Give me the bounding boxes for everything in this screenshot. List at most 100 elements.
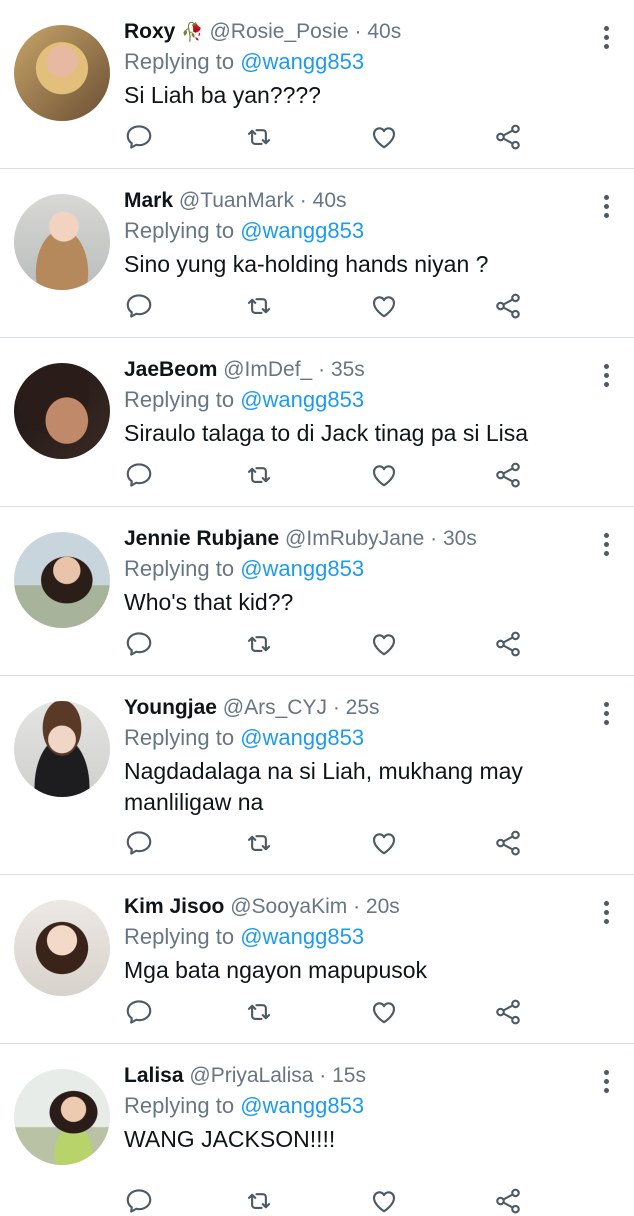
mention-link[interactable]: @wangg853 xyxy=(240,725,364,750)
reply-tweet[interactable]: Youngjae @Ars_CYJ · 25s Replying to @wan… xyxy=(0,676,634,875)
like-button[interactable] xyxy=(369,629,399,659)
author-handle[interactable]: @Rosie_Posie xyxy=(209,20,348,43)
reply-tweet[interactable]: JaeBeom @ImDef_ · 35s Replying to @wangg… xyxy=(0,338,634,507)
reply-button[interactable] xyxy=(124,629,154,659)
reply-button[interactable] xyxy=(124,460,154,490)
reply-button[interactable] xyxy=(124,1186,154,1216)
retweet-button[interactable] xyxy=(244,291,274,321)
action-bar xyxy=(124,997,534,1027)
like-button[interactable] xyxy=(369,122,399,152)
author-name[interactable]: Mark xyxy=(124,189,173,212)
author-handle[interactable]: @ImRubyJane xyxy=(285,527,424,550)
more-options-icon[interactable] xyxy=(598,901,614,927)
avatar[interactable] xyxy=(14,194,110,290)
reply-tweet[interactable]: Roxy 🥀 @Rosie_Posie · 40s Replying to @w… xyxy=(0,0,634,169)
replying-to: Replying to @wangg853 xyxy=(124,554,634,584)
timestamp: 35s xyxy=(330,358,365,381)
author-handle[interactable]: @Ars_CYJ xyxy=(223,696,327,719)
separator-dot: · xyxy=(353,895,361,918)
avatar[interactable] xyxy=(14,701,110,797)
share-button[interactable] xyxy=(493,460,523,490)
reply-button[interactable] xyxy=(124,828,154,858)
like-button[interactable] xyxy=(369,828,399,858)
tweet-text: Mga bata ngayon mapupusok xyxy=(124,957,428,983)
like-button[interactable] xyxy=(369,1186,399,1216)
replying-label: Replying to xyxy=(124,556,235,581)
more-options-icon[interactable] xyxy=(598,26,614,52)
avatar[interactable] xyxy=(14,532,110,628)
action-bar xyxy=(124,828,534,858)
reply-tweet[interactable]: Jennie Rubjane @ImRubyJane · 30s Replyin… xyxy=(0,507,634,676)
avatar[interactable] xyxy=(14,25,110,121)
rose-emoji: 🥀 xyxy=(181,22,204,42)
more-options-icon[interactable] xyxy=(598,364,614,390)
share-button[interactable] xyxy=(493,997,523,1027)
share-button[interactable] xyxy=(493,629,523,659)
reply-button[interactable] xyxy=(124,291,154,321)
heart-icon xyxy=(372,833,396,855)
share-icon xyxy=(496,830,520,856)
mention-link[interactable]: @wangg853 xyxy=(240,49,364,74)
tweet-text: Siraulo talaga to di Jack tinag pa si Li… xyxy=(124,420,529,446)
author-handle[interactable]: @SooyaKim xyxy=(230,895,347,918)
action-bar xyxy=(124,629,534,659)
retweet-button[interactable] xyxy=(244,997,274,1027)
timestamp: 30s xyxy=(442,527,477,550)
reply-tweet[interactable]: Kim Jisoo @SooyaKim · 20s Replying to @w… xyxy=(0,875,634,1044)
author-name[interactable]: Roxy xyxy=(124,20,175,43)
retweet-button[interactable] xyxy=(244,828,274,858)
author-name[interactable]: Youngjae xyxy=(124,696,217,719)
mention-link[interactable]: @wangg853 xyxy=(240,1093,364,1118)
reply-button[interactable] xyxy=(124,997,154,1027)
share-button[interactable] xyxy=(493,122,523,152)
author-handle[interactable]: @ImDef_ xyxy=(223,358,312,381)
author-name[interactable]: Kim Jisoo xyxy=(124,895,224,918)
retweet-button[interactable] xyxy=(244,629,274,659)
mention-link[interactable]: @wangg853 xyxy=(240,924,364,949)
heart-icon xyxy=(372,127,396,149)
retweet-icon xyxy=(247,467,271,483)
mention-link[interactable]: @wangg853 xyxy=(240,218,364,243)
reply-tweet[interactable]: Mark @TuanMark · 40s Replying to @wangg8… xyxy=(0,169,634,338)
share-button[interactable] xyxy=(493,1186,523,1216)
tweet-text: WANG JACKSON!!!! xyxy=(124,1126,336,1152)
action-bar xyxy=(124,1186,534,1216)
retweet-icon xyxy=(247,1193,271,1209)
heart-icon xyxy=(372,1191,396,1213)
share-icon xyxy=(496,293,520,319)
share-button[interactable] xyxy=(493,828,523,858)
mention-link[interactable]: @wangg853 xyxy=(240,556,364,581)
like-button[interactable] xyxy=(369,460,399,490)
share-button[interactable] xyxy=(493,291,523,321)
mention-link[interactable]: @wangg853 xyxy=(240,387,364,412)
author-name[interactable]: JaeBeom xyxy=(124,358,217,381)
like-button[interactable] xyxy=(369,997,399,1027)
author-handle[interactable]: @PriyaLalisa xyxy=(189,1064,313,1087)
retweet-icon xyxy=(247,298,271,314)
more-options-icon[interactable] xyxy=(598,702,614,728)
reply-button[interactable] xyxy=(124,122,154,152)
reply-tweet[interactable]: Lalisa @PriyaLalisa · 15s Replying to @w… xyxy=(0,1044,634,1214)
author-handle[interactable]: @TuanMark xyxy=(179,189,294,212)
avatar[interactable] xyxy=(14,900,110,996)
replying-label: Replying to xyxy=(124,49,235,74)
action-bar xyxy=(124,460,534,490)
retweet-button[interactable] xyxy=(244,460,274,490)
reply-feed: Roxy 🥀 @Rosie_Posie · 40s Replying to @w… xyxy=(0,0,634,1214)
more-options-icon[interactable] xyxy=(598,195,614,221)
like-button[interactable] xyxy=(369,291,399,321)
more-options-icon[interactable] xyxy=(598,533,614,559)
retweet-button[interactable] xyxy=(244,1186,274,1216)
author-name[interactable]: Lalisa xyxy=(124,1064,184,1087)
timestamp: 15s xyxy=(332,1064,366,1087)
more-options-icon[interactable] xyxy=(598,1070,614,1096)
author-name[interactable]: Jennie Rubjane xyxy=(124,527,279,550)
separator-dot: · xyxy=(299,189,307,212)
replying-label: Replying to xyxy=(124,387,235,412)
reply-icon xyxy=(126,463,152,487)
avatar[interactable] xyxy=(14,1069,110,1165)
avatar[interactable] xyxy=(14,363,110,459)
timestamp: 40s xyxy=(367,20,402,43)
timestamp: 40s xyxy=(312,189,347,212)
retweet-button[interactable] xyxy=(244,122,274,152)
